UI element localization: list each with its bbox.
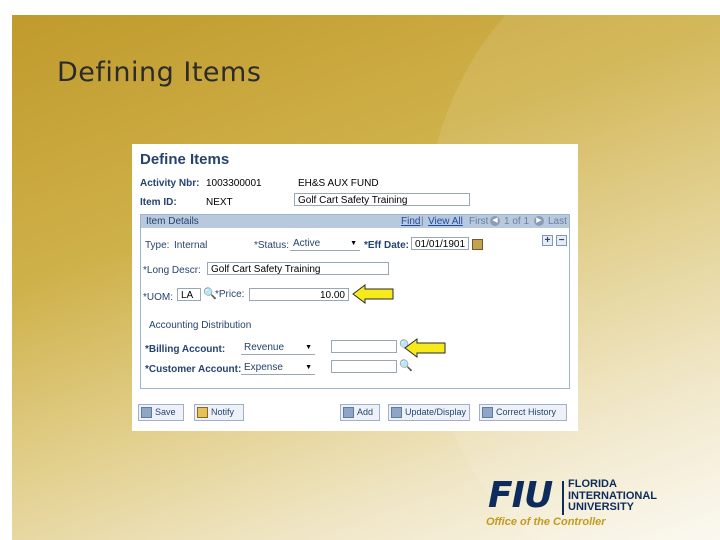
status-value: Active xyxy=(293,238,321,249)
add-icon xyxy=(343,407,354,418)
item-description-field[interactable]: Golf Cart Safety Training xyxy=(294,193,470,206)
notify-icon xyxy=(197,407,208,418)
find-link[interactable]: Find xyxy=(401,215,420,228)
activity-description: EH&S AUX FUND xyxy=(298,178,379,189)
uom-field[interactable]: LA xyxy=(177,288,201,301)
customer-account-dropdown[interactable]: Expense ▼ xyxy=(241,361,315,375)
previous-row-icon[interactable]: ◀ xyxy=(490,216,500,226)
update-display-icon xyxy=(391,407,402,418)
nav-separator: | xyxy=(421,216,424,227)
chevron-down-icon: ▼ xyxy=(305,344,312,351)
next-row-icon[interactable]: ▶ xyxy=(534,216,544,226)
fiu-wordmark: FIU xyxy=(488,475,553,516)
price-field[interactable]: 10.00 xyxy=(249,288,349,301)
chevron-down-icon: ▼ xyxy=(350,240,357,247)
view-all-link[interactable]: View All xyxy=(428,215,463,228)
billing-callout-arrow xyxy=(404,338,446,358)
correct-history-button[interactable]: Correct History xyxy=(479,404,567,421)
office-tagline: Office of the Controller xyxy=(486,516,606,528)
item-details-title: Item Details xyxy=(146,216,199,227)
item-id-label: Item ID: xyxy=(140,197,177,208)
long-descr-label: *Long Descr: xyxy=(143,265,201,276)
correct-history-icon xyxy=(482,407,493,418)
price-callout-arrow xyxy=(352,284,394,304)
status-dropdown[interactable]: Active ▼ xyxy=(290,237,360,251)
chevron-down-icon: ▼ xyxy=(305,364,312,371)
add-button[interactable]: Add xyxy=(340,404,380,421)
price-label: *Price: xyxy=(215,289,245,300)
long-descr-field[interactable]: Golf Cart Safety Training xyxy=(207,262,389,275)
billing-account-label: *Billing Account: xyxy=(145,344,226,355)
notify-button[interactable]: Notify xyxy=(194,404,244,421)
billing-account-field[interactable] xyxy=(331,340,397,353)
save-icon xyxy=(141,407,152,418)
eff-date-field[interactable]: 01/01/1901 xyxy=(411,237,469,250)
billing-account-dropdown[interactable]: Revenue ▼ xyxy=(241,341,315,355)
activity-nbr-value: 1003300001 xyxy=(206,178,262,189)
billing-account-value: Revenue xyxy=(244,342,285,353)
logo-divider xyxy=(562,481,564,515)
type-label: Type: xyxy=(145,240,170,251)
delete-row-icon[interactable]: − xyxy=(556,235,567,246)
uom-label: *UOM: xyxy=(143,292,173,303)
save-button[interactable]: Save xyxy=(138,404,184,421)
activity-nbr-label: Activity Nbr: xyxy=(140,178,200,189)
customer-lookup-icon[interactable]: 🔍 xyxy=(399,359,413,372)
first-label: First xyxy=(469,216,489,227)
status-label: *Status: xyxy=(254,240,290,251)
type-value: Internal xyxy=(174,240,208,251)
accounting-distribution-title: Accounting Distribution xyxy=(149,320,252,331)
university-name: FLORIDA INTERNATIONAL UNIVERSITY xyxy=(568,478,658,513)
add-row-icon[interactable]: + xyxy=(542,235,553,246)
customer-account-value: Expense xyxy=(244,362,283,373)
calendar-icon[interactable] xyxy=(472,239,483,250)
customer-account-label: *Customer Account: xyxy=(145,364,242,375)
eff-date-label: *Eff Date: xyxy=(364,240,410,251)
item-id-value: NEXT xyxy=(206,197,233,208)
slide-title: Defining Items xyxy=(57,57,262,88)
row-counter: 1 of 1 xyxy=(504,216,530,227)
page-title: Define Items xyxy=(140,151,230,168)
item-details-header: Item Details Find | View All First ◀ 1 o… xyxy=(141,215,569,228)
customer-account-field[interactable] xyxy=(331,360,397,373)
update-display-button[interactable]: Update/Display xyxy=(388,404,470,421)
last-label: Last xyxy=(548,216,567,227)
